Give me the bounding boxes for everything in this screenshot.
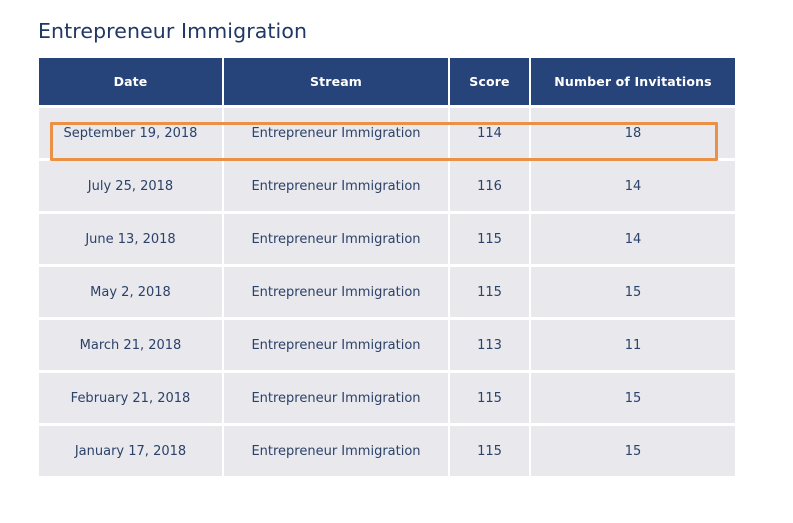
invitations-table-container: Date Stream Score Number of Invitations … (39, 58, 735, 476)
cell-date: March 21, 2018 (39, 320, 222, 370)
cell-invites: 18 (531, 108, 735, 158)
cell-date: July 25, 2018 (39, 161, 222, 211)
cell-score: 113 (450, 320, 529, 370)
invitations-table: Date Stream Score Number of Invitations … (37, 55, 737, 479)
cell-stream: Entrepreneur Immigration (224, 108, 448, 158)
cell-date: September 19, 2018 (39, 108, 222, 158)
cell-stream: Entrepreneur Immigration (224, 214, 448, 264)
cell-stream: Entrepreneur Immigration (224, 267, 448, 317)
table-header-row: Date Stream Score Number of Invitations (39, 58, 735, 105)
column-header-score[interactable]: Score (450, 58, 529, 105)
cell-score: 116 (450, 161, 529, 211)
page-root: Entrepreneur Immigration Date Stream Sco… (0, 0, 793, 523)
table-header: Date Stream Score Number of Invitations (39, 58, 735, 105)
cell-score: 115 (450, 426, 529, 476)
cell-date: May 2, 2018 (39, 267, 222, 317)
cell-invites: 15 (531, 373, 735, 423)
cell-invites: 15 (531, 267, 735, 317)
cell-stream: Entrepreneur Immigration (224, 426, 448, 476)
column-header-invites[interactable]: Number of Invitations (531, 58, 735, 105)
table-row[interactable]: January 17, 2018 Entrepreneur Immigratio… (39, 426, 735, 476)
table-row[interactable]: May 2, 2018 Entrepreneur Immigration 115… (39, 267, 735, 317)
cell-invites: 15 (531, 426, 735, 476)
cell-invites: 14 (531, 161, 735, 211)
cell-invites: 11 (531, 320, 735, 370)
cell-date: June 13, 2018 (39, 214, 222, 264)
table-row[interactable]: June 13, 2018 Entrepreneur Immigration 1… (39, 214, 735, 264)
page-title: Entrepreneur Immigration (38, 19, 308, 43)
cell-date: January 17, 2018 (39, 426, 222, 476)
cell-score: 114 (450, 108, 529, 158)
column-header-date[interactable]: Date (39, 58, 222, 105)
table-body: September 19, 2018 Entrepreneur Immigrat… (39, 108, 735, 476)
table-row[interactable]: September 19, 2018 Entrepreneur Immigrat… (39, 108, 735, 158)
table-row[interactable]: March 21, 2018 Entrepreneur Immigration … (39, 320, 735, 370)
cell-date: February 21, 2018 (39, 373, 222, 423)
table-row[interactable]: February 21, 2018 Entrepreneur Immigrati… (39, 373, 735, 423)
cell-stream: Entrepreneur Immigration (224, 373, 448, 423)
cell-score: 115 (450, 373, 529, 423)
cell-score: 115 (450, 267, 529, 317)
cell-stream: Entrepreneur Immigration (224, 161, 448, 211)
cell-score: 115 (450, 214, 529, 264)
table-row[interactable]: July 25, 2018 Entrepreneur Immigration 1… (39, 161, 735, 211)
cell-stream: Entrepreneur Immigration (224, 320, 448, 370)
column-header-stream[interactable]: Stream (224, 58, 448, 105)
cell-invites: 14 (531, 214, 735, 264)
